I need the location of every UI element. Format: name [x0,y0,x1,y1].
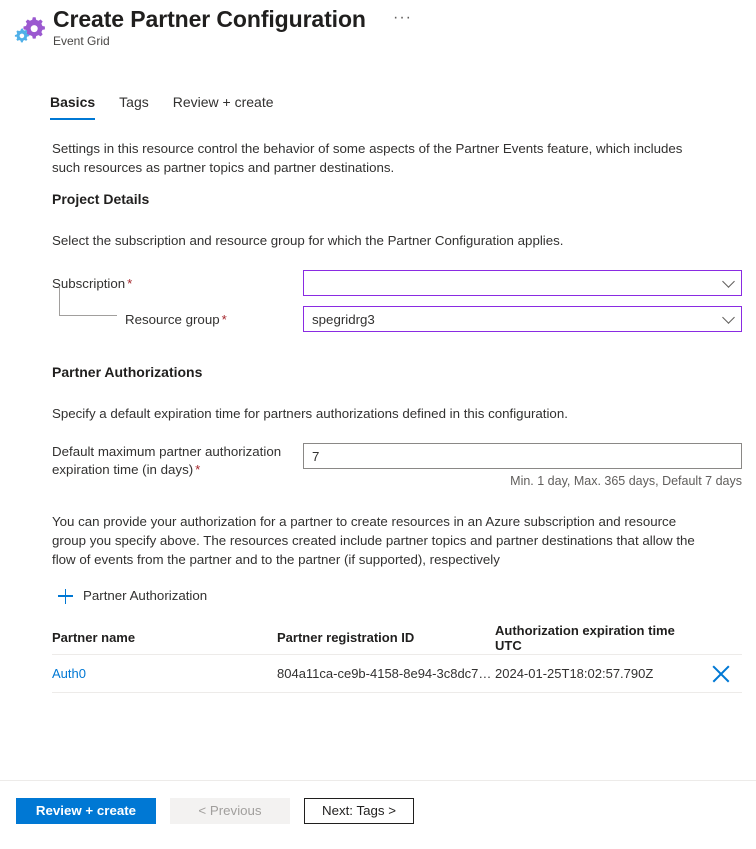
tab-tags[interactable]: Tags [107,92,161,120]
review-create-button[interactable]: Review + create [16,798,156,824]
resource-group-value: spegridrg3 [312,311,375,327]
tab-review-create[interactable]: Review + create [161,92,286,120]
required-asterisk: * [195,462,201,477]
expiration-time-label: Default maximum partner authorization ex… [52,443,292,479]
expiration-time-hint: Min. 1 day, Max. 365 days, Default 7 day… [510,474,742,488]
intro-text: Settings in this resource control the be… [52,141,683,175]
column-header-partner-name: Partner name [52,630,136,645]
blade-header: Create Partner Configuration ··· Event G… [0,0,756,62]
page-title: Create Partner Configuration [53,6,366,32]
more-options-ellipsis-icon[interactable]: ··· [393,10,412,26]
create-partner-configuration-blade: Create Partner Configuration ··· Event G… [0,0,756,849]
resource-group-label-text: Resource group [125,311,220,327]
cell-partner-name: Auth0 [52,666,277,681]
footer-button-group: Review + create < Previous Next: Tags > [16,798,414,824]
expiration-label-line2: expiration time (in days) [52,462,194,477]
partner-authorizations-table: Partner name Partner registration ID Aut… [52,621,742,693]
column-header-registration-id: Partner registration ID [277,630,415,645]
expiration-time-input[interactable] [303,443,742,469]
partner-name-link[interactable]: Auth0 [52,666,86,681]
partner-authorizations-description: Specify a default expiration time for pa… [52,406,568,421]
resource-group-label: Resource group * [125,310,227,329]
required-asterisk: * [127,275,133,291]
page-subtitle: Event Grid [53,34,110,48]
expiration-label-line1: Default maximum partner authorization [52,444,282,459]
project-details-description: Select the subscription and resource gro… [52,233,564,248]
resource-group-row: Resource group * spegridrg3 [0,306,756,332]
cell-actions [695,663,742,685]
required-asterisk: * [221,311,227,327]
cell-registration-id: 804a11ca-ce9b-4158-8e94-3c8dc7… [277,666,492,681]
project-details-heading: Project Details [52,191,150,207]
event-grid-gears-icon [14,13,48,45]
resource-group-dropdown[interactable]: spegridrg3 [303,306,742,332]
chevron-down-icon [722,311,735,324]
plus-icon [58,588,73,604]
chevron-down-icon [722,275,735,288]
previous-button: < Previous [170,798,290,824]
add-partner-authorization-button[interactable]: Partner Authorization [58,587,207,605]
column-header-expiration-time: Authorization expiration time UTC [495,622,675,653]
next-tags-button[interactable]: Next: Tags > [304,798,414,824]
table-row: Auth0 804a11ca-ce9b-4158-8e94-3c8dc7… 20… [52,655,742,693]
subscription-dropdown[interactable] [303,270,742,296]
cell-expiration-time: 2024-01-25T18:02:57.790Z [495,666,654,681]
partner-authorization-note: You can provide your authorization for a… [52,514,695,567]
close-icon[interactable] [710,663,732,685]
wizard-tabs: Basics Tags Review + create [50,92,286,120]
tab-basics[interactable]: Basics [50,92,107,120]
partner-authorizations-heading: Partner Authorizations [52,364,203,380]
add-partner-authorization-label: Partner Authorization [83,588,208,603]
table-header-row: Partner name Partner registration ID Aut… [52,621,742,655]
blade-footer: Review + create < Previous Next: Tags > [0,780,756,849]
